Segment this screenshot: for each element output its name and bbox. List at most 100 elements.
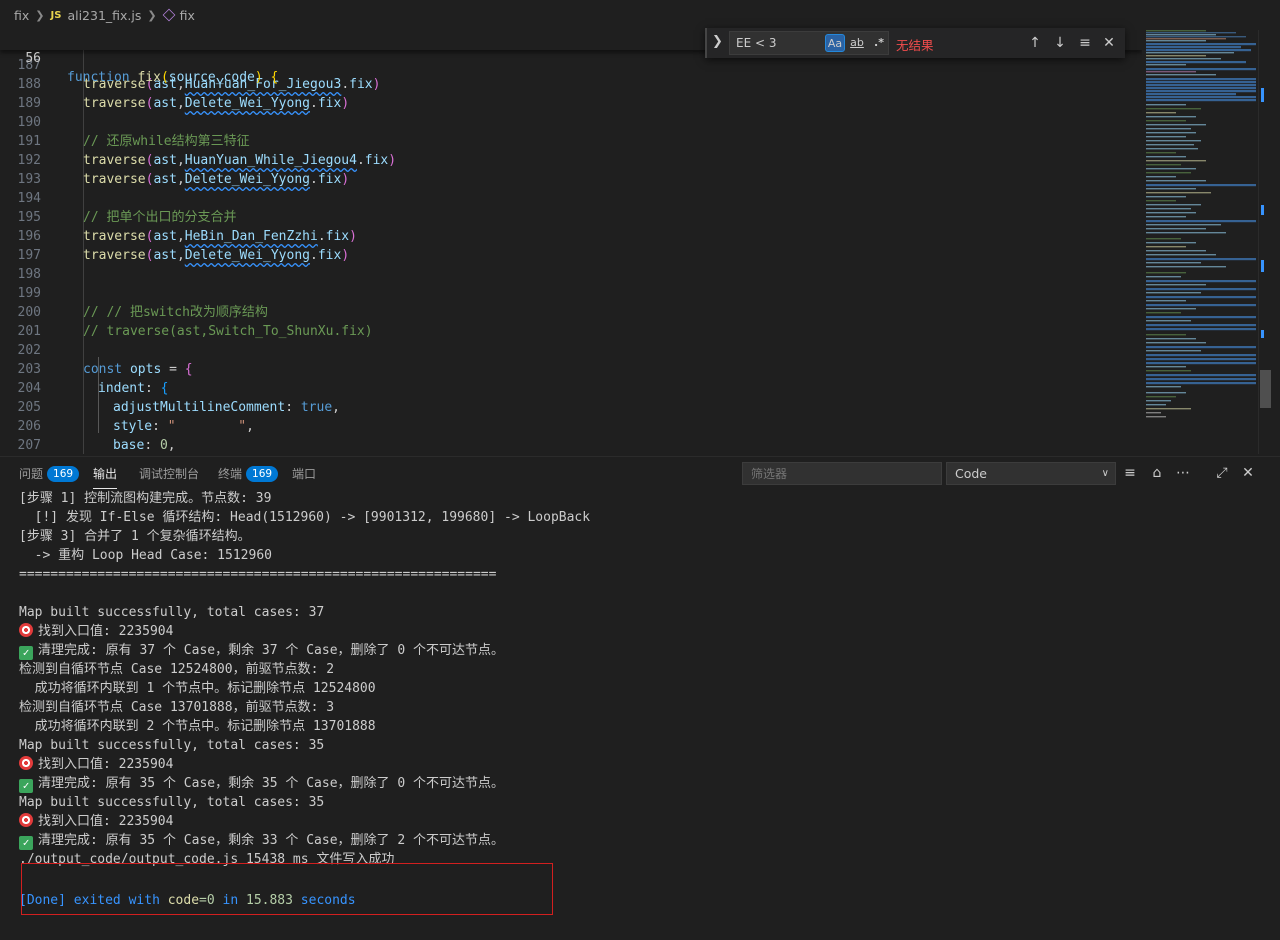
match-case-toggle[interactable]: Aa [825,34,845,52]
output-line: [步骤 1] 控制流图构建完成。节点数: 39 [19,491,272,506]
minimap-line [1146,200,1176,202]
next-match-arrow-down-icon[interactable]: ↓ [1050,34,1070,52]
minimap-line [1146,46,1241,49]
minimap-line [1146,108,1201,110]
minimap-line [1146,392,1186,394]
minimap-line [1146,300,1186,302]
minimap-line [1146,304,1256,307]
close-icon[interactable]: ✕ [1099,34,1119,52]
clear-output-icon[interactable]: ≡ [1120,463,1140,483]
tab-debug-console[interactable]: 调试控制台 [139,465,199,482]
minimap-line [1146,93,1236,96]
code-line: 195 traverse(ast,HeBin_Dan_FenZzhi.fix) [17,210,357,244]
close-panel-icon[interactable]: ✕ [1238,463,1258,483]
minimap-line [1146,232,1226,234]
minimap-line [1146,156,1186,158]
minimap-line [1146,96,1256,99]
minimap-line [1146,52,1234,54]
tab-ports[interactable]: 端口 [292,465,316,482]
previous-match-arrow-up-icon[interactable]: ↑ [1025,34,1045,52]
minimap-line [1146,58,1221,60]
minimap[interactable] [1142,30,1258,454]
check-mark-icon: ✓ [19,779,33,793]
minimap-line [1146,284,1206,286]
code-line: 204 adjustMultilineComment: true, [17,381,340,415]
breadcrumb-file[interactable]: ali231_fix.js [67,8,141,23]
minimap-line [1146,43,1256,46]
minimap-line [1146,160,1206,162]
editor-scrollbar[interactable] [1258,30,1273,454]
minimap-line [1146,144,1194,146]
tab-problems[interactable]: 问题 169 [19,465,80,482]
bottom-panel: 问题169 输出 调试控制台 终端169 端口 Code ∨ ≡ ⌂ ⋯ ⤢ ✕… [0,456,1280,940]
toggle-replace-chevron-icon[interactable]: ❯ [712,34,728,52]
minimap-line [1146,266,1226,268]
scrollbar-thumb[interactable] [1260,370,1271,408]
minimap-line [1146,90,1256,93]
minimap-line [1146,250,1206,252]
code-line: 203 indent: { [17,362,169,396]
code-line: 199 // // 把switch改为顺序结构 [17,286,268,320]
output-line: -> 重构 Loop Head Case: 1512960 [19,548,272,563]
minimap-line [1146,30,1206,32]
minimap-line [1146,254,1216,256]
output-channel-select[interactable]: Code ∨ [946,462,1116,485]
breadcrumb-folder[interactable]: fix [14,8,29,23]
minimap-line [1146,216,1186,218]
output-line: [!] 发现 If-Else 循环结构: Head(1512960) -> [9… [19,510,591,525]
output-line: Map built successfully, total cases: 37 [19,605,325,620]
minimap-line [1146,204,1201,206]
scrollbar-marker [1261,88,1264,102]
tab-output[interactable]: 输出 [93,465,118,489]
minimap-line [1146,132,1196,134]
minimap-line [1146,374,1256,377]
minimap-line [1146,188,1196,190]
regex-toggle[interactable]: .* [869,34,889,52]
code-line: 208 }; [0,436,31,454]
whole-word-toggle[interactable]: ab [847,34,867,52]
find-in-selection-icon[interactable]: ≡ [1075,34,1095,52]
minimap-line [1146,296,1256,299]
minimap-line [1146,272,1186,274]
minimap-line [1146,176,1176,178]
minimap-line [1146,49,1251,52]
minimap-line [1146,228,1206,230]
minimap-line [1146,308,1196,310]
minimap-line [1146,396,1176,398]
maximize-panel-icon[interactable]: ⤢ [1212,463,1232,483]
minimap-line [1146,312,1181,314]
minimap-line [1146,238,1181,240]
output-filter-input[interactable] [742,462,942,485]
output-line: Map built successfully, total cases: 35 [19,738,325,753]
breadcrumb-symbol[interactable]: fix [180,8,195,23]
check-mark-icon: ✓ [19,646,33,660]
lock-icon[interactable]: ⌂ [1147,463,1167,483]
output-line: 检测到自循环节点 Case 12524800，前驱节点数: 2 [19,662,335,677]
output-log[interactable]: [步骤 1] 控制流图构建完成。节点数: 39 [!] 发现 If-Else 循… [0,489,1280,939]
target-icon [19,623,33,637]
output-line: 找到入口值: 2235904 [19,755,173,774]
scrollbar-marker [1261,260,1264,272]
chevron-right-icon: ❯ [147,8,157,22]
chevron-right-icon: ❯ [35,8,45,22]
minimap-line [1146,192,1211,194]
minimap-line [1146,366,1186,368]
minimap-line [1146,40,1206,42]
code-line: 197 [17,248,41,263]
code-line: 193 [17,172,41,187]
code-line: 200 // traverse(ast,Switch_To_ShunXu.fix… [17,305,373,339]
minimap-line [1146,71,1196,73]
code-line: 206 base: 0, [17,419,176,453]
output-line: ✓ 清理完成: 原有 35 个 Case，剩余 33 个 Case，删除了 2 个… [19,831,504,850]
minimap-line [1146,68,1256,71]
more-actions-icon[interactable]: ⋯ [1173,463,1193,483]
minimap-line [1146,324,1256,327]
minimap-line [1146,172,1191,174]
target-icon [19,813,33,827]
tab-terminal[interactable]: 终端 169 [218,465,279,482]
minimap-line [1146,316,1256,319]
code-editor[interactable]: 56 function fix(source_code) { 187 trave… [0,30,1142,454]
minimap-line [1146,120,1186,122]
minimap-line [1146,242,1196,244]
code-line: 201 [17,324,41,339]
